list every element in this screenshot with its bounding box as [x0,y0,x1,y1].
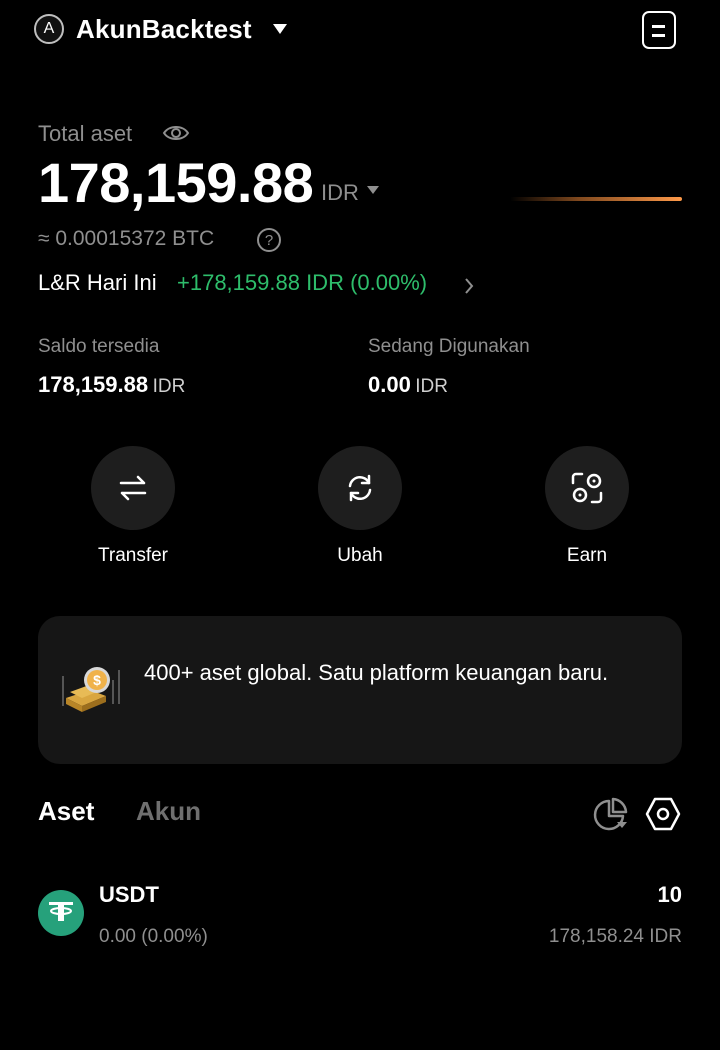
chevron-right-icon[interactable] [462,275,476,297]
svg-text:$: $ [93,672,101,688]
avatar[interactable]: A [34,14,64,44]
currency-dropdown-icon[interactable] [367,186,379,194]
total-assets-value: 178,159.88 [38,151,314,214]
available-balance-value: 178,159.88 [38,372,149,397]
total-assets-label: Total aset [38,121,133,146]
help-icon[interactable]: ? [257,228,281,252]
pie-chart-icon[interactable] [593,797,631,833]
earn-label: Earn [566,545,608,566]
available-balance: 178,159.88 IDR [38,372,185,398]
convert-button[interactable] [318,446,402,530]
asset-pnl: 0.00 (0.00%) [99,926,208,947]
account-dropdown-icon[interactable] [273,24,287,34]
earn-button[interactable] [545,446,629,530]
available-balance-label: Saldo tersedia [38,336,160,357]
in-use-currency: IDR [415,376,449,397]
asset-value: 178,158.24 IDR [548,926,682,947]
earn-coins-icon [571,472,603,504]
avatar-letter: A [43,20,55,37]
promo-banner-text: 400+ aset global. Satu platform keuangan… [144,660,609,685]
tab-assets[interactable]: Aset [38,796,94,827]
asset-symbol[interactable]: USDT [99,882,159,908]
gold-bars-coin-icon: $ [62,667,120,712]
transfer-label: Transfer [97,545,169,566]
available-balance-currency: IDR [152,376,186,397]
transfer-arrows-icon [119,475,147,501]
convert-refresh-icon [348,474,372,502]
balance-sparkline [510,197,682,201]
tether-icon [38,890,84,936]
btc-equivalent: ≈ 0.00015372 BTC [38,227,215,250]
transfer-button[interactable] [91,446,175,530]
eye-icon[interactable] [162,121,190,145]
in-use-label: Sedang Digunakan [368,336,530,357]
asset-quantity: 10 [657,882,682,907]
in-use-value: 0.00 [368,372,411,397]
tab-accounts[interactable]: Akun [136,796,201,827]
convert-label: Ubah [337,545,383,566]
pnl-today-value[interactable]: +178,159.88 IDR (0.00%) [177,270,427,296]
in-use-balance: 0.00 IDR [368,372,448,398]
currency-selector[interactable]: IDR [321,180,359,206]
pnl-today-label[interactable]: L&R Hari Ini [38,270,157,296]
account-name[interactable]: AkunBacktest [76,14,252,45]
settings-hexagon-icon[interactable] [645,796,681,832]
statement-icon[interactable] [642,11,676,49]
